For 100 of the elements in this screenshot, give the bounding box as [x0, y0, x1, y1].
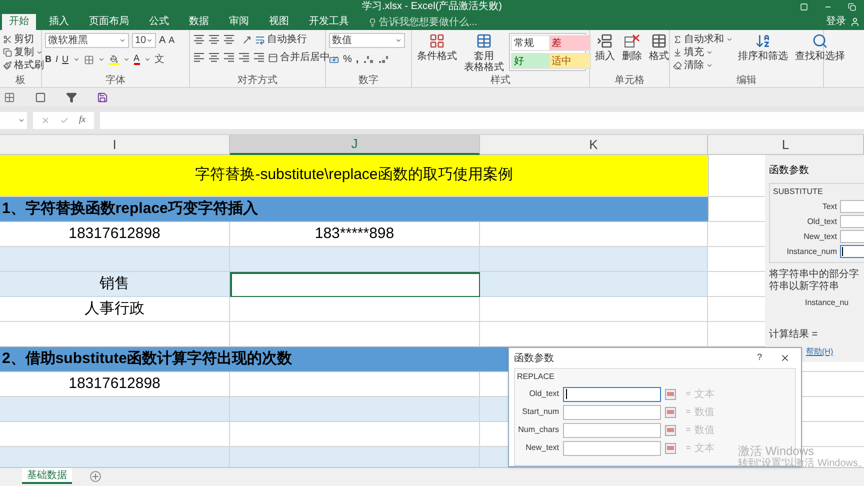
ribbon-tab[interactable]: 审阅 [222, 14, 256, 30]
group-label: 样式 [490, 74, 512, 87]
ribbon-tab[interactable]: 视图 [262, 14, 296, 30]
bold-button[interactable]: B [45, 52, 52, 66]
sheet-tab[interactable]: 基础数据 [22, 468, 72, 484]
argument-field[interactable] [563, 440, 661, 456]
ribbon-button[interactable]: 条件格式 [415, 33, 459, 62]
align-top-icon[interactable] [193, 34, 205, 45]
argument-field[interactable] [563, 386, 661, 402]
restore-icon[interactable] [848, 2, 856, 10]
column-header[interactable]: K [480, 135, 708, 155]
align-left-icon[interactable] [193, 52, 205, 63]
decrease-decimal-icon[interactable] [378, 55, 389, 64]
shrink-font-button[interactable]: A [168, 34, 175, 48]
group-label: 编辑 [736, 74, 758, 87]
ribbon-tab[interactable]: 插入 [42, 14, 76, 30]
close-icon[interactable] [780, 353, 790, 363]
collapse-dialog-icon[interactable] [665, 406, 676, 418]
increase-decimal-icon[interactable] [362, 55, 374, 64]
formula-field[interactable] [100, 112, 864, 128]
grid-icon[interactable] [4, 92, 15, 102]
search-icon [812, 33, 828, 49]
table-cell: 183*****898 [230, 222, 480, 247]
argument-label: Old_text [806, 216, 837, 228]
group-label: 数字 [358, 74, 380, 87]
help-link[interactable]: 帮助(H) [806, 346, 860, 358]
section-header-cell: 1、字符替换函数replace巧变字符插入 [0, 197, 708, 222]
border-icon[interactable] [84, 54, 94, 64]
ribbon-button[interactable]: 插入 [593, 33, 617, 62]
ribbon-button[interactable]: 合并后居中 [268, 51, 339, 64]
ribbon-button[interactable]: 删除 [620, 33, 644, 62]
equals-sign: = [686, 424, 691, 436]
percent-button[interactable]: % [343, 52, 352, 67]
sign-in-link[interactable]: 登录 [826, 14, 846, 30]
filter-icon[interactable] [66, 92, 77, 102]
align-bottom-icon[interactable] [223, 34, 235, 45]
ribbon-button[interactable]: 清除 [673, 59, 733, 72]
ribbon-button[interactable]: 排序和筛选 [736, 33, 790, 62]
ribbon-button[interactable]: 填充 [673, 46, 733, 59]
argument-field[interactable] [563, 422, 661, 438]
ribbon-tab[interactable]: 开始 [2, 14, 36, 30]
equals-sign: = [686, 388, 691, 400]
banknote-icon[interactable] [329, 54, 339, 64]
ribbon-tab[interactable]: 公式 [142, 14, 176, 30]
font-size-field[interactable]: 10 [132, 33, 156, 48]
argument-field[interactable] [563, 404, 661, 420]
group-label: 对齐方式 [236, 74, 278, 87]
ribbon-button[interactable]: 剪切 [3, 33, 44, 46]
argument-label: Text [821, 200, 837, 212]
phonetic-button[interactable]: 文 [154, 52, 165, 67]
cell-style-tile[interactable]: 差 [548, 35, 590, 51]
insert-function-button[interactable]: fx [79, 113, 86, 127]
merge-cells-icon [268, 52, 278, 62]
align-middle-icon[interactable] [208, 34, 220, 45]
column-header[interactable]: J [230, 135, 480, 155]
ribbon-button[interactable]: 复制 [3, 46, 44, 59]
collapse-dialog-icon[interactable] [665, 424, 676, 436]
column-header[interactable]: I [0, 135, 230, 155]
ribbon-button[interactable]: 格式 [647, 33, 671, 62]
text-angle-icon[interactable] [242, 34, 252, 44]
fill-down-icon [673, 48, 682, 57]
fill-color-icon[interactable] [108, 54, 119, 64]
lightbulb-icon [368, 18, 377, 26]
grow-font-button[interactable]: A [159, 33, 166, 48]
comma-button[interactable]: , [356, 52, 359, 67]
italic-button[interactable]: I [56, 52, 58, 66]
argument-label: New_text [802, 230, 837, 242]
increase-indent-icon[interactable] [253, 52, 265, 63]
ribbon-tab[interactable]: 数据 [182, 14, 216, 30]
tell-me-field[interactable]: 告诉我您想要做什么... [368, 14, 489, 30]
font-color-button[interactable]: A [134, 54, 140, 65]
add-sheet-icon[interactable] [90, 471, 101, 482]
table-cell: 18317612898 [0, 372, 230, 397]
ribbon-button[interactable]: 自动换行 [255, 33, 307, 46]
square-icon[interactable] [35, 92, 46, 102]
ribbon-display-icon[interactable] [800, 2, 808, 10]
dropdown-caret-icon [36, 49, 43, 56]
ribbon-button[interactable]: 自动求和 [673, 33, 733, 46]
equals-sign: = [686, 442, 691, 454]
function-name: REPLACE [517, 371, 556, 383]
column-header[interactable]: L [708, 135, 864, 155]
save-icon[interactable] [97, 92, 108, 102]
user-icon[interactable] [850, 17, 860, 27]
ribbon-button[interactable]: 查找和选择 [793, 33, 847, 62]
collapse-dialog-icon[interactable] [665, 442, 676, 454]
cell-style-tile[interactable]: 适中 [548, 53, 590, 69]
ribbon-tab[interactable]: 开发工具 [302, 14, 356, 30]
align-right-icon[interactable] [223, 52, 235, 63]
conditional-format-icon [429, 33, 445, 49]
ribbon-button[interactable]: 套用 表格格式 [462, 33, 506, 73]
collapse-dialog-icon[interactable] [665, 388, 676, 400]
dropdown-caret-icon [122, 56, 130, 63]
help-button[interactable]: ? [756, 351, 762, 365]
ribbon-tab[interactable]: 页面布局 [82, 14, 136, 30]
number-format-field[interactable]: 数值 [329, 33, 405, 48]
decrease-indent-icon[interactable] [238, 52, 250, 63]
align-center-icon[interactable] [208, 52, 220, 63]
ribbon-button[interactable]: 格式刷 [3, 59, 44, 72]
font-name-field[interactable]: 微软雅黑 [45, 33, 129, 48]
underline-button[interactable]: U [62, 52, 69, 66]
